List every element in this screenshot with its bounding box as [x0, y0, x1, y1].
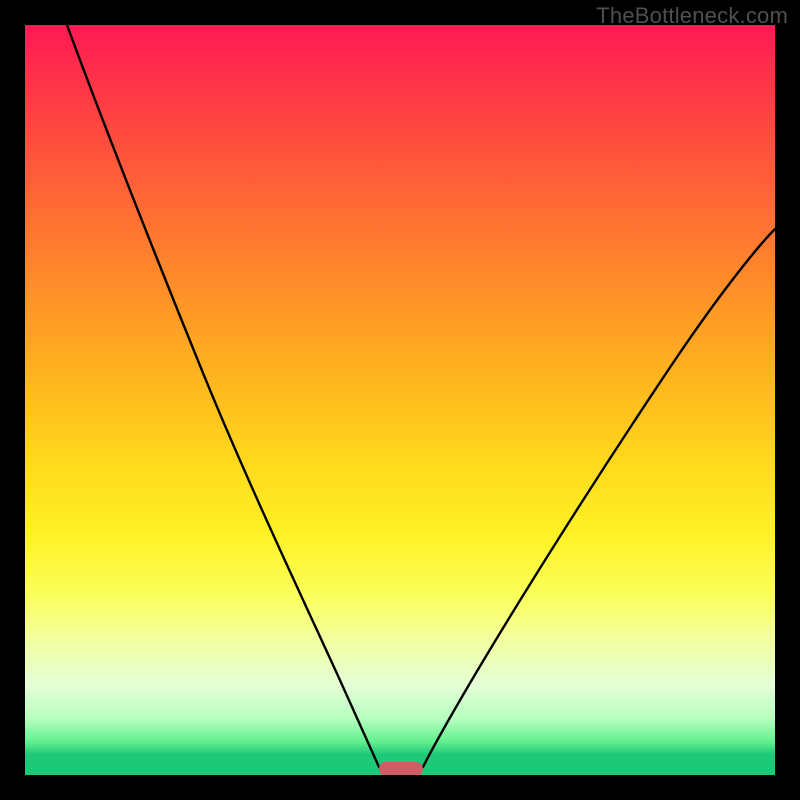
watermark-text: TheBottleneck.com [596, 3, 788, 29]
curve-right [423, 229, 775, 767]
chart-frame: TheBottleneck.com [0, 0, 800, 800]
plot-area [25, 25, 775, 775]
curves-layer [25, 25, 775, 775]
optimal-marker [379, 762, 423, 775]
curve-left [67, 25, 379, 767]
